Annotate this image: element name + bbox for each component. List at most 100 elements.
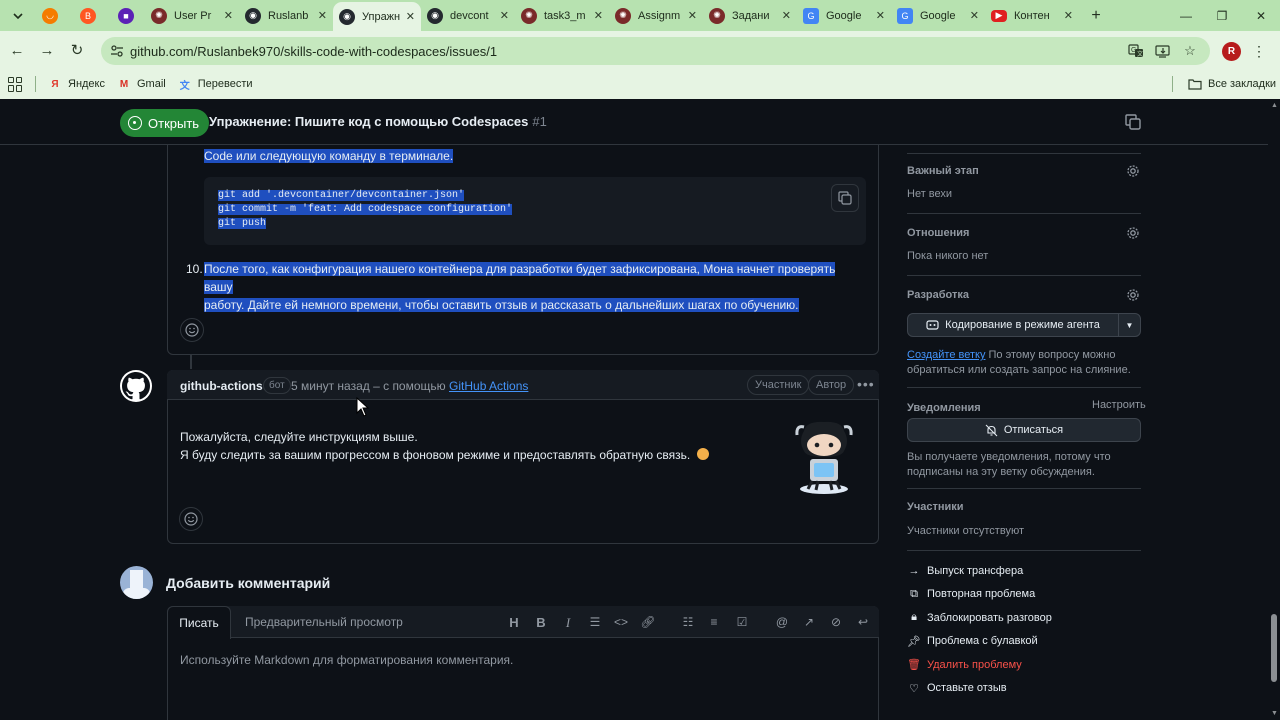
participants-heading: Участники xyxy=(907,501,964,513)
bell-slash-icon xyxy=(985,424,998,436)
agent-coding-label: Кодирование в режиме агента xyxy=(945,319,1100,331)
site-info-icon[interactable] xyxy=(108,42,126,60)
italic-icon[interactable]: I xyxy=(560,615,576,631)
browser-menu-icon[interactable]: ⋮ xyxy=(1252,40,1266,62)
agent-coding-button[interactable]: Кодирование в режиме агента xyxy=(907,313,1119,337)
unordered-list-icon[interactable]: ☷ xyxy=(680,615,696,629)
milestone-heading[interactable]: Важный этап xyxy=(907,165,979,177)
github-actions-avatar[interactable] xyxy=(120,370,152,402)
close-icon[interactable]: ✕ xyxy=(218,9,233,22)
add-reaction-button[interactable] xyxy=(179,507,203,531)
all-bookmarks-button[interactable]: Все закладки xyxy=(1188,78,1276,90)
gear-icon[interactable] xyxy=(1126,164,1140,178)
reply-icon[interactable]: ↩ xyxy=(855,615,871,629)
browser-tab[interactable]: ✺ task3_m ✕ xyxy=(515,0,609,31)
create-branch-link[interactable]: Создайте ветку xyxy=(907,349,985,361)
pinned-tab[interactable]: ◡ xyxy=(31,0,69,31)
close-icon[interactable]: ✕ xyxy=(312,9,327,22)
back-button[interactable]: ← xyxy=(2,35,32,65)
bookmark-item[interactable]: M Gmail xyxy=(117,77,166,91)
comment-time[interactable]: 5 минут назад – с помощью xyxy=(291,379,446,393)
sidebar-action-item[interactable]: 🔒︎ Заблокировать разговор xyxy=(907,611,1052,625)
page-scrollbar[interactable]: ▲ ▼ xyxy=(1268,99,1280,720)
sidebar-action-item[interactable]: ⧉ Повторная проблема xyxy=(907,587,1035,601)
gear-icon[interactable] xyxy=(1126,288,1140,302)
browser-tab[interactable]: ✺ User Pr ✕ xyxy=(145,0,239,31)
profile-avatar[interactable]: R xyxy=(1222,42,1241,61)
tab-preview[interactable]: Предварительный просмотр xyxy=(245,615,403,629)
forward-button[interactable]: → xyxy=(32,35,62,65)
pinned-tab[interactable]: ■ xyxy=(107,0,145,31)
tab-search-button[interactable] xyxy=(5,5,31,27)
close-icon[interactable]: ✕ xyxy=(964,9,979,22)
copy-icon[interactable] xyxy=(1124,113,1142,131)
customize-notifications-link[interactable]: Настроить xyxy=(1092,399,1146,411)
tab-write[interactable]: Писать xyxy=(167,606,231,639)
reload-button[interactable]: ↻ xyxy=(62,35,92,65)
comment-options-icon[interactable]: ••• xyxy=(857,376,875,392)
close-icon[interactable]: ✕ xyxy=(494,9,509,22)
copy-code-button[interactable] xyxy=(831,184,859,212)
heart-icon: ♡ xyxy=(909,682,919,695)
translate-page-icon[interactable]: G文 xyxy=(1127,42,1145,60)
close-icon[interactable]: ✕ xyxy=(1058,9,1073,22)
close-icon[interactable]: ✕ xyxy=(400,10,415,23)
browser-tab[interactable]: ◉ Ruslanb ✕ xyxy=(239,0,333,31)
comment-author[interactable]: github-actions xyxy=(180,379,263,393)
tab-active[interactable]: ◉ Упражн ✕ xyxy=(333,2,421,31)
tab-label: Ruslanb xyxy=(268,9,309,22)
install-app-icon[interactable] xyxy=(1154,42,1172,60)
close-icon[interactable]: ✕ xyxy=(776,9,791,22)
bookmark-item[interactable]: Я Яндекс xyxy=(48,77,105,91)
agent-dropdown-button[interactable]: ▼ xyxy=(1118,313,1141,337)
sidebar-action-item[interactable]: 🗑︎ Удалить проблему xyxy=(907,658,1022,672)
unsubscribe-button[interactable]: Отписаться xyxy=(907,418,1141,442)
close-icon[interactable]: ✕ xyxy=(870,9,885,22)
apps-grid-icon[interactable] xyxy=(8,76,23,92)
pinned-tab[interactable]: B xyxy=(69,0,107,31)
quote-icon[interactable]: ☰ xyxy=(587,615,603,629)
gear-icon[interactable] xyxy=(1126,226,1140,240)
heading-icon[interactable]: H xyxy=(506,615,522,630)
close-window-button[interactable]: ✕ xyxy=(1242,0,1280,31)
new-tab-button[interactable]: + xyxy=(1085,7,1107,25)
comment-textarea[interactable]: Используйте Markdown для форматирования … xyxy=(180,653,513,667)
cross-reference-icon[interactable]: ↗ xyxy=(801,615,817,629)
browser-tab[interactable]: ✺ Assignm ✕ xyxy=(609,0,703,31)
scrollbar-thumb[interactable] xyxy=(1271,614,1277,682)
sidebar-action-item[interactable]: → Выпуск трансфера xyxy=(907,564,1024,578)
current-user-avatar[interactable] xyxy=(120,566,153,599)
add-reaction-button[interactable] xyxy=(180,318,204,342)
scroll-up-icon[interactable]: ▲ xyxy=(1271,102,1278,109)
smiley-icon xyxy=(184,512,198,526)
mention-icon[interactable]: @ xyxy=(774,615,790,629)
sidebar-action-item[interactable]: 📌︎ Проблема с булавкой xyxy=(907,634,1038,648)
ordered-list-icon[interactable]: ≡ xyxy=(706,615,722,629)
browser-tab[interactable]: ✺ Задани ✕ xyxy=(703,0,797,31)
url-text[interactable]: github.com/Ruslanbek970/skills-code-with… xyxy=(130,44,497,59)
slash-commands-icon[interactable]: ⊘ xyxy=(828,615,844,629)
browser-tab[interactable]: G Google ✕ xyxy=(891,0,985,31)
relationships-heading[interactable]: Отношения xyxy=(907,227,969,239)
github-actions-link[interactable]: GitHub Actions xyxy=(449,379,528,393)
relationships-value: Пока никого нет xyxy=(907,250,989,262)
address-bar[interactable]: github.com/Ruslanbek970/skills-code-with… xyxy=(101,37,1210,65)
development-heading[interactable]: Разработка xyxy=(907,289,969,301)
arrow-right-icon: → xyxy=(908,565,920,577)
bookmark-star-icon[interactable]: ☆ xyxy=(1181,42,1199,60)
browser-tab[interactable]: ◉ devcont ✕ xyxy=(421,0,515,31)
task-list-icon[interactable]: ☑ xyxy=(734,615,750,629)
arrow-left-icon: ← xyxy=(9,41,25,59)
maximize-button[interactable]: ❐ xyxy=(1203,0,1241,31)
close-icon[interactable]: ✕ xyxy=(588,9,603,22)
minimize-button[interactable]: — xyxy=(1167,0,1205,31)
link-icon[interactable]: 🔗︎ xyxy=(640,615,656,629)
code-icon[interactable]: <> xyxy=(613,615,629,629)
bookmark-item[interactable]: 文 Перевести xyxy=(178,77,253,92)
scroll-down-icon[interactable]: ▼ xyxy=(1271,710,1278,717)
bold-icon[interactable]: B xyxy=(533,615,549,630)
browser-tab[interactable]: G Google ✕ xyxy=(797,0,891,31)
browser-tab[interactable]: ▶ Контен ✕ xyxy=(985,0,1079,31)
sidebar-action-item[interactable]: ♡ Оставьте отзыв xyxy=(907,681,1007,695)
close-icon[interactable]: ✕ xyxy=(682,9,697,22)
